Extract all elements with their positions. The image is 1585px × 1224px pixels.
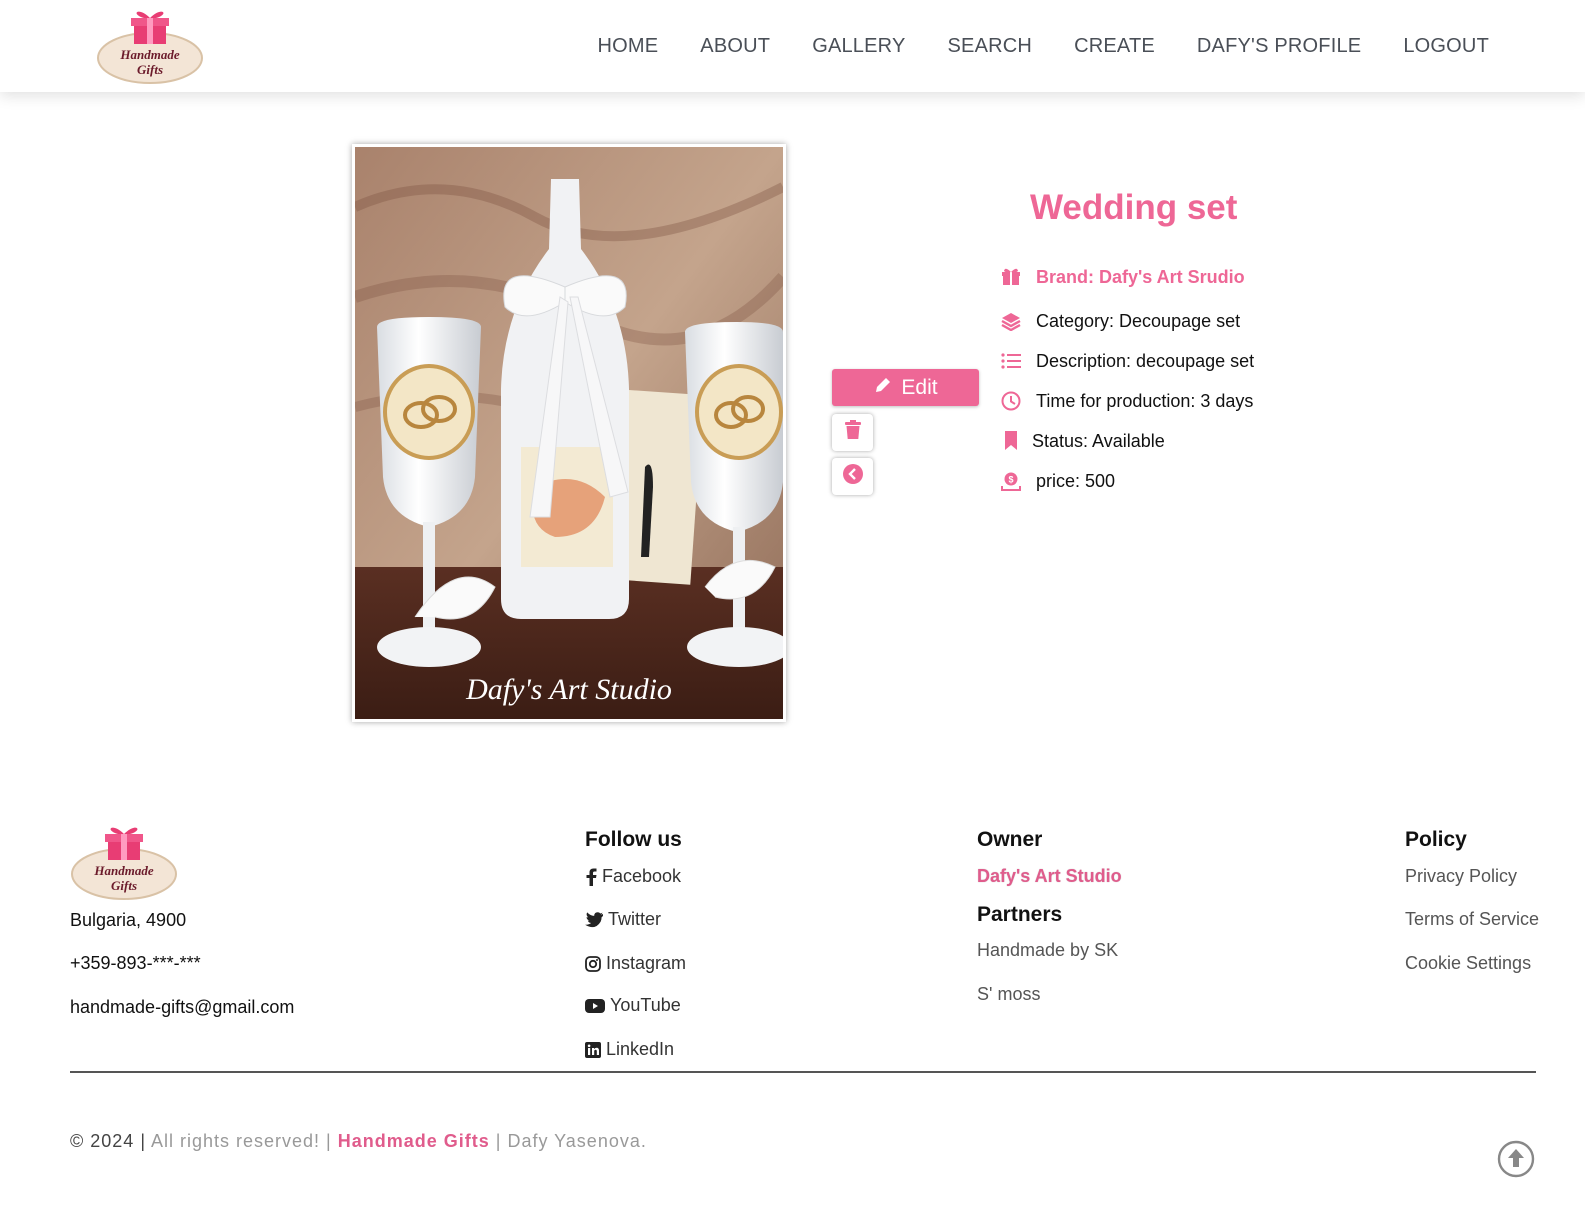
svg-text:Gifts: Gifts [111,878,137,893]
edit-label: Edit [901,375,938,399]
product-price: $ price: 500 [1000,470,1115,492]
clock-icon [1000,390,1022,412]
copyright-brand-link[interactable]: Handmade Gifts [338,1131,490,1151]
svg-text:Handmade: Handmade [119,47,179,62]
back-button[interactable] [832,458,873,495]
copyright-year: © 2024 [70,1131,135,1151]
list-icon [1000,350,1022,372]
chevron-left-circle-icon [842,464,863,489]
product-description: Description: decoupage set [1000,350,1254,372]
privacy-policy-link[interactable]: Privacy Policy [1405,866,1517,887]
svg-text:Dafy's Art Studio: Dafy's Art Studio [465,673,672,706]
pencil-icon [873,375,893,401]
linkedin-icon [585,1041,601,1058]
nav-gallery[interactable]: GALLERY [812,35,905,58]
category-text: Category: Decoupage set [1036,310,1241,331]
social-twitter[interactable]: Twitter [585,909,661,930]
layers-icon [1000,310,1022,332]
product-time: Time for production: 3 days [1000,390,1253,412]
partners-title: Partners [977,903,1063,926]
social-linkedin[interactable]: LinkedIn [585,1039,674,1060]
product-brand: Brand: Dafy's Art Srudio [1000,266,1245,288]
delete-button[interactable] [832,414,873,451]
nav-home[interactable]: HOME [597,35,658,58]
instagram-icon [585,955,601,972]
youtube-icon [585,998,605,1013]
terms-of-service-link[interactable]: Terms of Service [1405,909,1539,930]
nav-profile[interactable]: DAFY'S PROFILE [1197,35,1361,58]
facebook-icon [586,868,597,886]
status-text: Status: Available [1032,430,1165,451]
main-nav: HOME ABOUT GALLERY SEARCH CREATE DAFY'S … [597,0,1489,92]
product-category: Category: Decoupage set [1000,310,1240,332]
svg-text:Gifts: Gifts [137,62,163,77]
partner-link[interactable]: Handmade by SK [977,940,1118,961]
policy-title: Policy [1405,828,1467,851]
money-icon: $ [1000,470,1022,492]
product-title: Wedding set [1030,188,1238,227]
social-instagram[interactable]: Instagram [585,953,686,974]
product-image: Dafy's Art Studio [352,144,786,722]
site-header: Handmade Gifts HOME ABOUT GALLERY SEARCH… [0,0,1585,92]
footer-logo[interactable]: Handmade Gifts [70,824,178,902]
social-youtube[interactable]: YouTube [585,995,681,1016]
follow-us-title: Follow us [585,828,682,851]
gift-icon [1000,266,1022,288]
scroll-to-top-icon[interactable] [1497,1140,1535,1178]
partner-link[interactable]: S' moss [977,984,1040,1005]
description-text: Description: decoupage set [1036,350,1255,371]
footer-phone: +359-893-***-*** [70,953,201,973]
svg-text:Handmade: Handmade [93,863,153,878]
edit-button[interactable]: Edit [832,369,979,406]
time-text: Time for production: 3 days [1036,390,1254,411]
copyright-author: | Dafy Yasenova. [489,1131,647,1151]
nav-about[interactable]: ABOUT [700,35,770,58]
bookmark-icon [1000,430,1022,452]
copyright: © 2024 | All rights reserved! | Handmade… [70,1131,647,1151]
owner-title: Owner [977,828,1043,851]
svg-text:$: $ [1008,475,1013,485]
cookie-settings-link[interactable]: Cookie Settings [1405,953,1531,974]
nav-create[interactable]: CREATE [1074,35,1155,58]
copyright-rights: All rights reserved! | [151,1131,338,1151]
trash-icon [844,420,861,445]
footer-email[interactable]: handmade-gifts@gmail.com [70,997,294,1018]
brand-text: Brand: Dafy's Art Srudio [1036,266,1245,287]
nav-search[interactable]: SEARCH [948,35,1033,58]
handmade-gifts-logo[interactable]: Handmade Gifts [96,8,204,86]
social-facebook[interactable]: Facebook [585,866,681,887]
price-text: price: 500 [1036,470,1116,491]
owner-link[interactable]: Dafy's Art Studio [977,866,1122,887]
footer-address: Bulgaria, 4900 [70,910,187,930]
footer-divider [70,1071,1536,1073]
product-status: Status: Available [1000,430,1165,452]
twitter-icon [585,911,603,927]
nav-logout[interactable]: LOGOUT [1403,35,1489,58]
